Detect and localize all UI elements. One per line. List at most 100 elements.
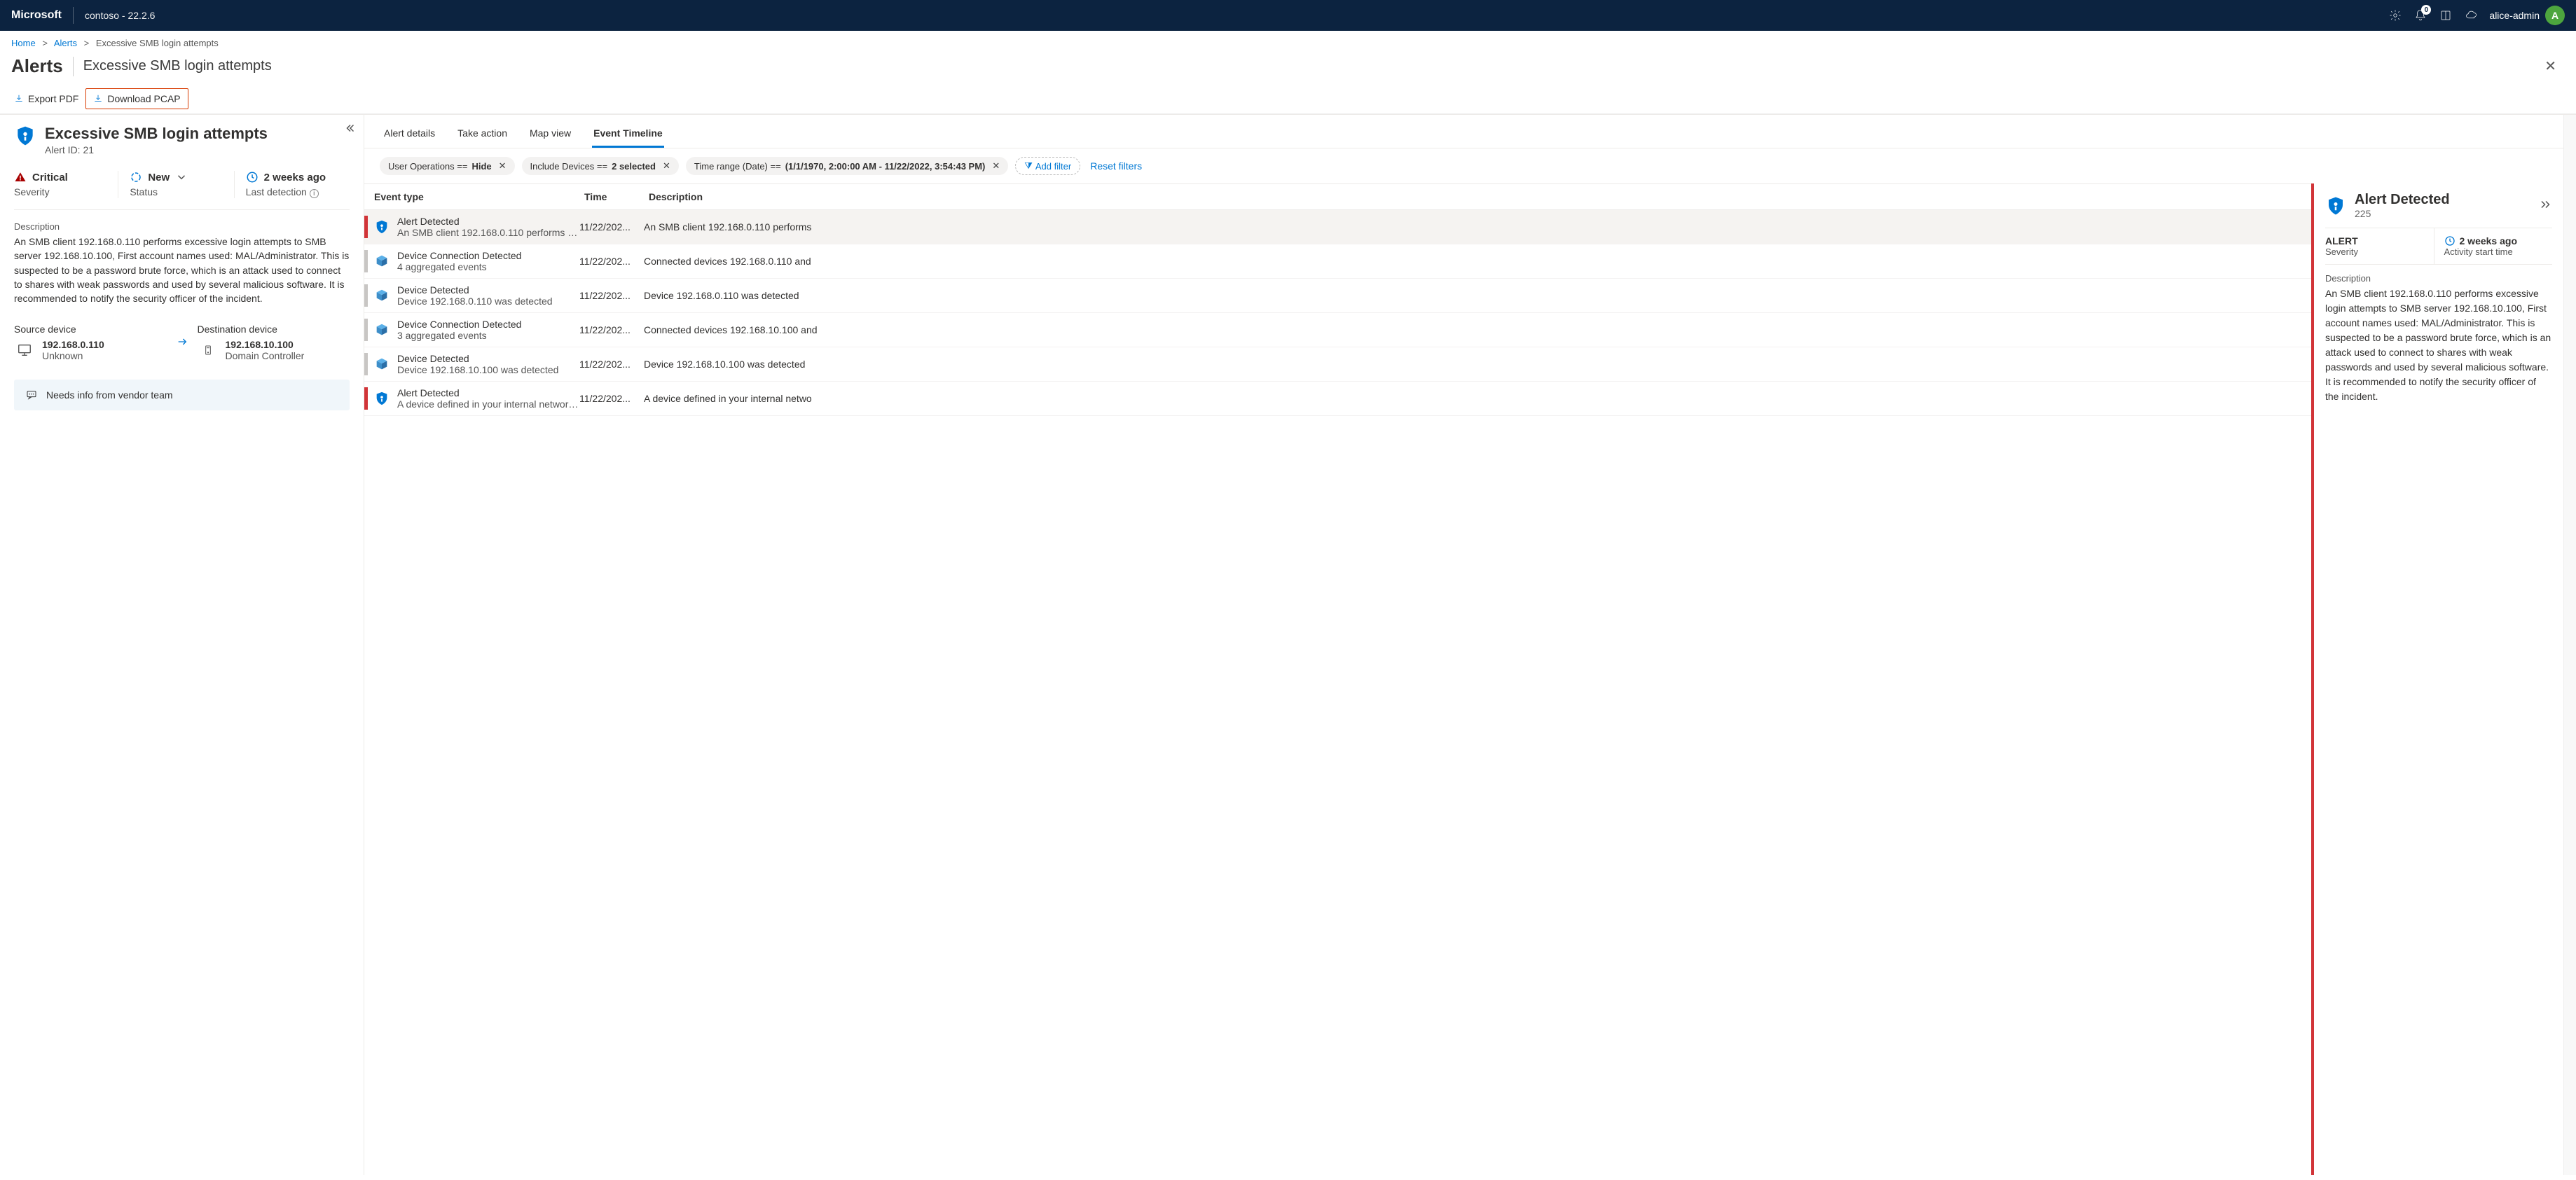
tab-timeline[interactable]: Event Timeline — [592, 122, 664, 148]
org-name: contoso - 22.2.6 — [85, 10, 155, 21]
source-ip: 192.168.0.110 — [42, 339, 104, 350]
remove-filter-icon[interactable]: ✕ — [992, 160, 1000, 172]
reset-filters-link[interactable]: Reset filters — [1090, 160, 1142, 172]
user-name[interactable]: alice-admin — [2489, 10, 2540, 21]
timeline-row[interactable]: Device DetectedDevice 192.168.0.110 was … — [364, 279, 2311, 313]
timeline-header: Event type Time Description — [364, 184, 2311, 210]
tabs: Alert details Take action Map view Event… — [364, 115, 2563, 148]
severity-marker — [364, 216, 368, 238]
shield-icon — [372, 219, 392, 235]
event-title: Device Detected — [397, 284, 579, 296]
filter-user-ops[interactable]: User Operations == Hide✕ — [380, 157, 515, 175]
arrow-icon — [174, 336, 191, 349]
filter-icon: ⧩ — [1024, 160, 1033, 172]
info-icon[interactable]: i — [310, 189, 319, 198]
event-subtitle: 4 aggregated events — [397, 261, 579, 272]
page-title: Alerts — [11, 55, 63, 77]
cloud-icon[interactable] — [2458, 3, 2484, 28]
gear-icon[interactable] — [2383, 3, 2408, 28]
collapse-panel-icon[interactable] — [344, 122, 357, 137]
comment-box[interactable]: Needs info from vendor team — [14, 380, 350, 410]
shield-icon — [2325, 195, 2346, 216]
filter-row: User Operations == Hide✕ Include Devices… — [364, 148, 2563, 183]
detail-title: Alert Detected — [2355, 192, 2450, 208]
notif-badge: 0 — [2421, 5, 2431, 15]
tab-action[interactable]: Take action — [456, 122, 509, 148]
event-subtitle: Device 192.168.10.100 was detected — [397, 364, 579, 375]
severity-stat: Critical Severity — [14, 171, 118, 198]
event-desc: An SMB client 192.168.0.110 performs — [644, 221, 2306, 232]
chevron-down-icon — [175, 171, 188, 183]
download-icon — [14, 94, 24, 104]
severity-marker — [364, 284, 368, 307]
event-time: 11/22/202... — [579, 393, 644, 404]
add-filter-button[interactable]: ⧩Add filter — [1015, 157, 1080, 175]
breadcrumb: Home > Alerts > Excessive SMB login atte… — [0, 31, 2576, 53]
event-desc: Device 192.168.10.100 was detected — [644, 359, 2306, 370]
expand-icon[interactable] — [2540, 198, 2552, 213]
timeline-row[interactable]: Device Connection Detected3 aggregated e… — [364, 313, 2311, 347]
detail-severity: ALERT Severity — [2325, 228, 2434, 264]
top-header: Microsoft contoso - 22.2.6 0 alice-admin… — [0, 0, 2576, 31]
event-desc: Device 192.168.0.110 was detected — [644, 290, 2306, 301]
right-panel: Alert details Take action Map view Event… — [364, 115, 2563, 1175]
event-desc: Connected devices 192.168.10.100 and — [644, 324, 2306, 335]
detail-desc-text: An SMB client 192.168.0.110 performs exc… — [2325, 286, 2552, 404]
avatar[interactable]: A — [2545, 6, 2565, 25]
event-subtitle: A device defined in your internal networ… — [397, 398, 579, 410]
event-subtitle: Device 192.168.0.110 was detected — [397, 296, 579, 307]
bell-icon[interactable]: 0 — [2408, 3, 2433, 28]
event-title: Device Detected — [397, 353, 579, 364]
tab-map[interactable]: Map view — [528, 122, 572, 148]
server-icon — [198, 342, 219, 359]
timeline-row[interactable]: Device Connection Detected4 aggregated e… — [364, 244, 2311, 279]
download-pcap-button[interactable]: Download PCAP — [85, 88, 188, 109]
timeline-table: Event type Time Description Alert Detect… — [364, 183, 2311, 1175]
last-detection-stat: 2 weeks ago Last detection i — [234, 171, 350, 198]
close-icon[interactable]: ✕ — [2540, 57, 2561, 75]
alert-details-panel: Excessive SMB login attempts Alert ID: 2… — [0, 115, 364, 1175]
event-subtitle: 3 aggregated events — [397, 330, 579, 341]
cube-icon — [372, 288, 392, 303]
filter-include-devices[interactable]: Include Devices == 2 selected✕ — [522, 157, 679, 175]
remove-filter-icon[interactable]: ✕ — [663, 160, 670, 172]
severity-marker — [364, 353, 368, 375]
tab-details[interactable]: Alert details — [383, 122, 436, 148]
remove-filter-icon[interactable]: ✕ — [499, 160, 507, 172]
timeline-row[interactable]: Alert DetectedAn SMB client 192.168.0.11… — [364, 210, 2311, 244]
event-subtitle: An SMB client 192.168.0.110 performs exc… — [397, 227, 579, 238]
event-time: 11/22/202... — [579, 324, 644, 335]
scrollbar[interactable] — [2563, 115, 2576, 1175]
destination-device-block: Destination device 192.168.10.100 Domain… — [198, 324, 350, 361]
source-device-block: Source device 192.168.0.110 Unknown — [14, 324, 167, 361]
timeline-row[interactable]: Device DetectedDevice 192.168.10.100 was… — [364, 347, 2311, 382]
download-icon — [93, 94, 103, 104]
detail-count: 225 — [2355, 208, 2450, 219]
event-time: 11/22/202... — [579, 221, 644, 232]
export-pdf-button[interactable]: Export PDF — [7, 89, 85, 109]
crumb-home[interactable]: Home — [11, 38, 36, 48]
monitor-icon — [14, 342, 35, 359]
clock-icon — [2444, 235, 2456, 247]
dest-type: Domain Controller — [226, 350, 305, 361]
description-label: Description — [14, 221, 350, 232]
crumb-alerts[interactable]: Alerts — [54, 38, 77, 48]
comment-icon — [25, 389, 38, 401]
dest-ip: 192.168.10.100 — [226, 339, 305, 350]
filter-time-range[interactable]: Time range (Date) == (1/1/1970, 2:00:00 … — [686, 157, 1008, 175]
brand-logo: Microsoft — [11, 9, 62, 22]
severity-marker — [364, 250, 368, 272]
cube-icon — [372, 356, 392, 372]
status-stat[interactable]: New Status — [118, 171, 233, 198]
timeline-row[interactable]: Alert DetectedA device defined in your i… — [364, 382, 2311, 416]
event-title: Device Connection Detected — [397, 250, 579, 261]
brand-divider — [73, 7, 74, 24]
page-subtitle: Excessive SMB login attempts — [83, 58, 2541, 74]
title-row: Alerts Excessive SMB login attempts ✕ — [0, 53, 2576, 84]
clock-icon — [246, 171, 259, 183]
description-text: An SMB client 192.168.0.110 performs exc… — [14, 235, 350, 305]
event-time: 11/22/202... — [579, 256, 644, 267]
severity-marker — [364, 387, 368, 410]
book-icon[interactable] — [2433, 3, 2458, 28]
event-desc: A device defined in your internal netwo — [644, 393, 2306, 404]
